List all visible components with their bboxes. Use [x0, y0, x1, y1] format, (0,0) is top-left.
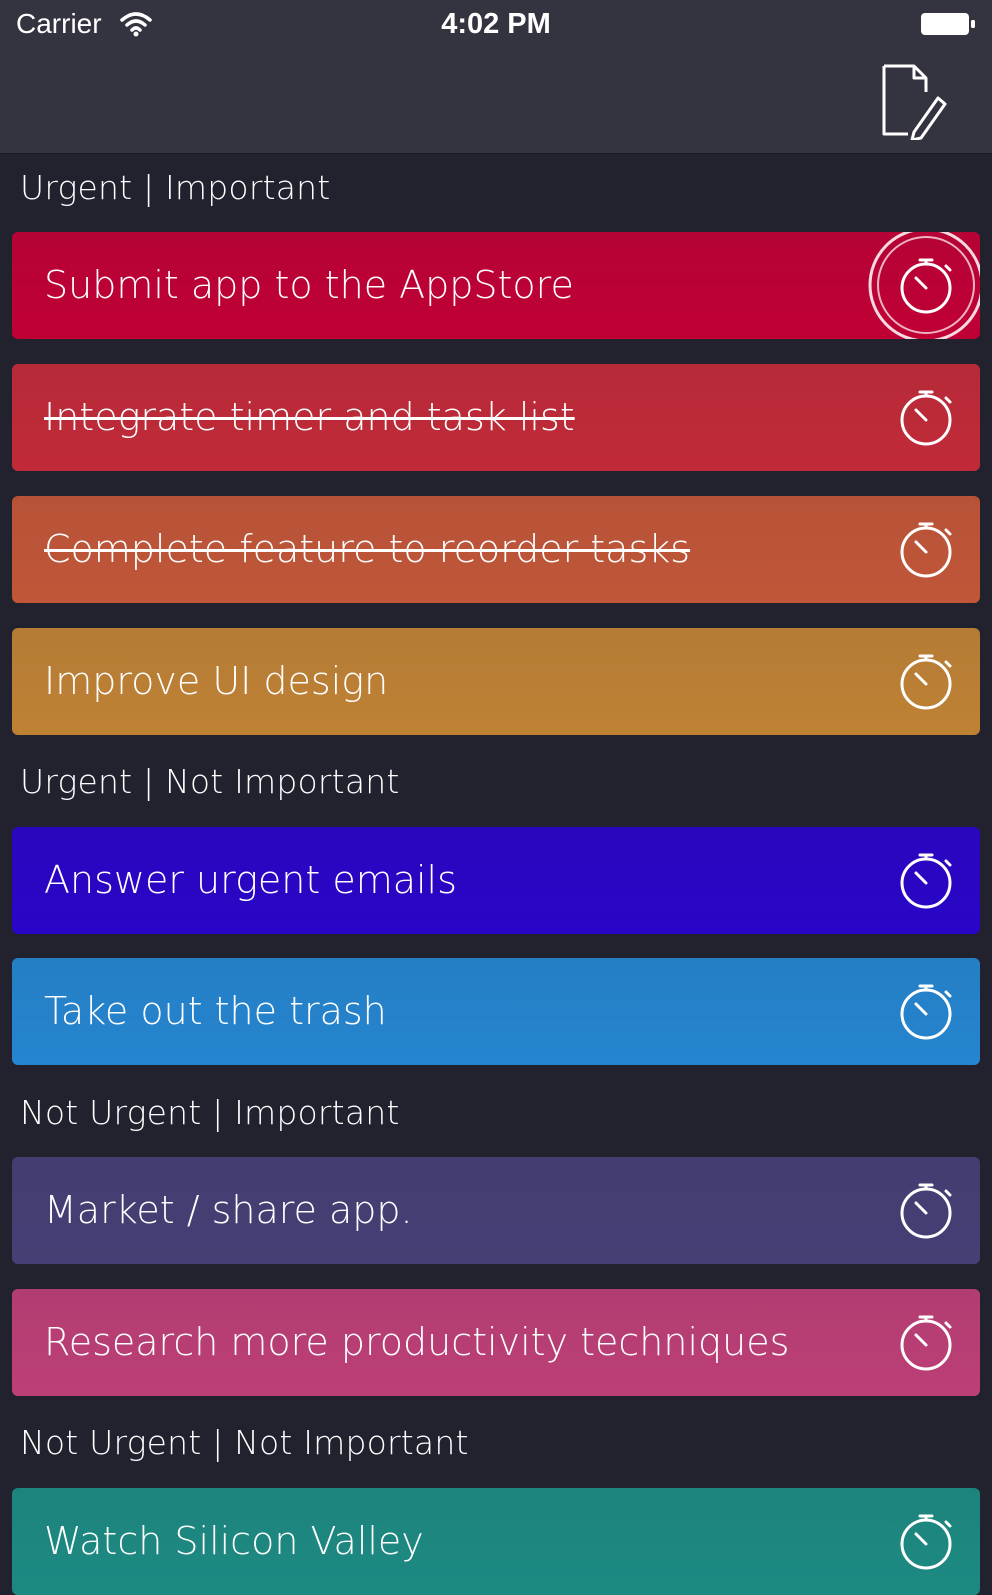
task-label: Take out the trash: [44, 989, 387, 1033]
section-header: Urgent | Not Important: [20, 762, 400, 801]
status-bar: Carrier 4:02 PM: [0, 0, 992, 52]
compose-icon[interactable]: [874, 62, 952, 140]
task-label: Submit app to the AppStore: [44, 263, 574, 307]
task-row[interactable]: Answer urgent emails: [12, 827, 980, 934]
battery-icon: [921, 13, 975, 35]
stopwatch-icon[interactable]: [896, 1309, 960, 1373]
stopwatch-icon[interactable]: [896, 847, 960, 911]
task-label: Improve UI design: [44, 659, 389, 703]
stopwatch-icon[interactable]: [896, 978, 960, 1042]
task-row[interactable]: Research more productivity techniques: [12, 1289, 980, 1396]
task-row[interactable]: Market / share app.: [12, 1157, 980, 1264]
stopwatch-icon[interactable]: [896, 516, 960, 580]
nav-bar: [0, 52, 992, 154]
task-row[interactable]: Complete feature to reorder tasks: [12, 496, 980, 603]
task-label: Answer urgent emails: [44, 858, 457, 902]
section-header: Urgent | Important: [20, 168, 331, 207]
stopwatch-icon[interactable]: [896, 648, 960, 712]
task-label: Complete feature to reorder tasks: [44, 527, 691, 571]
clock: 4:02 PM: [441, 8, 551, 40]
task-label: Watch Silicon Valley: [44, 1519, 424, 1563]
stopwatch-icon[interactable]: [896, 1508, 960, 1572]
task-label: Research more productivity techniques: [44, 1320, 790, 1364]
section-header: Not Urgent | Important: [20, 1093, 400, 1132]
stopwatch-icon[interactable]: [896, 384, 960, 448]
task-row[interactable]: Watch Silicon Valley: [12, 1488, 980, 1595]
task-row[interactable]: Improve UI design: [12, 628, 980, 735]
task-label: Integrate timer and task list: [44, 395, 575, 439]
task-row[interactable]: Take out the trash: [12, 958, 980, 1065]
task-row[interactable]: Integrate timer and task list: [12, 364, 980, 471]
section-header: Not Urgent | Not Important: [20, 1423, 469, 1462]
stopwatch-icon[interactable]: [896, 252, 960, 316]
stopwatch-icon[interactable]: [896, 1177, 960, 1241]
task-label: Market / share app.: [44, 1188, 413, 1232]
task-row[interactable]: Submit app to the AppStore: [12, 232, 980, 339]
